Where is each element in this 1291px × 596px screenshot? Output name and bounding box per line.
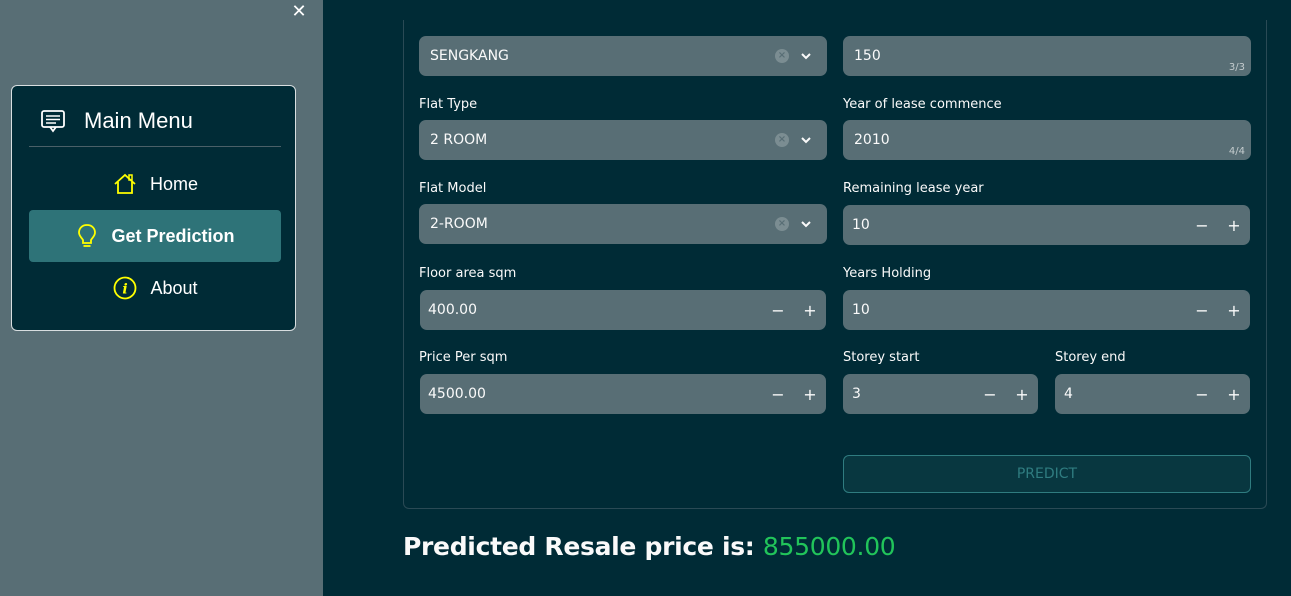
char-counter: 3/3: [1228, 62, 1245, 73]
storey-end-stepper[interactable]: 4 − +: [1055, 374, 1250, 414]
storey-start-stepper[interactable]: 3 − +: [843, 374, 1038, 414]
increment-button[interactable]: +: [1218, 301, 1250, 320]
clear-icon[interactable]: ×: [775, 133, 789, 147]
price-per-sqm-value: 4500.00: [428, 386, 486, 402]
menu-item-get-prediction[interactable]: Get Prediction: [29, 210, 281, 262]
lease-commence-label: Year of lease commence: [843, 97, 1002, 112]
menu-item-label: Home: [149, 173, 198, 194]
block-input[interactable]: 150 3/3: [843, 36, 1251, 76]
main-menu: Main Menu Home Get Prediction i About: [11, 85, 296, 331]
close-sidebar-button[interactable]: ✕: [289, 2, 309, 22]
decrement-button[interactable]: −: [762, 385, 794, 404]
remaining-lease-label: Remaining lease year: [843, 181, 984, 196]
town-select[interactable]: SENGKANG ×: [419, 36, 827, 76]
increment-button[interactable]: +: [794, 385, 826, 404]
chevron-down-icon[interactable]: [799, 219, 813, 229]
clear-icon[interactable]: ×: [775, 49, 789, 63]
town-value: SENGKANG: [430, 48, 509, 64]
storey-end-value: 4: [1064, 386, 1073, 402]
clear-icon[interactable]: ×: [775, 217, 789, 231]
years-holding-value: 10: [852, 302, 870, 318]
flat-type-select[interactable]: 2 ROOM ×: [419, 120, 827, 160]
increment-button[interactable]: +: [1218, 216, 1250, 235]
char-counter: 4/4: [1228, 146, 1245, 157]
price-per-sqm-stepper[interactable]: 4500.00 − +: [420, 374, 826, 414]
storey-start-value: 3: [852, 386, 861, 402]
menu-item-label: Get Prediction: [111, 225, 235, 246]
years-holding-label: Years Holding: [843, 266, 932, 281]
floor-area-stepper[interactable]: 400.00 − +: [420, 290, 826, 330]
result-prefix: Predicted Resale price is:: [403, 532, 763, 561]
remaining-lease-value: 10: [852, 217, 870, 233]
sidebar: ✕ Main Menu Home Get Prediction i About: [0, 0, 323, 596]
years-holding-stepper[interactable]: 10 − +: [843, 290, 1250, 330]
predict-button[interactable]: PREDICT: [843, 455, 1251, 493]
lightbulb-icon: [78, 224, 97, 247]
home-icon: [114, 173, 136, 194]
decrement-button[interactable]: −: [762, 301, 794, 320]
menu-card-icon: [41, 110, 65, 133]
increment-button[interactable]: +: [794, 301, 826, 320]
prediction-form: [403, 20, 1267, 509]
remaining-lease-stepper[interactable]: 10 − +: [843, 205, 1250, 245]
decrement-button[interactable]: −: [1186, 385, 1218, 404]
block-value: 150: [854, 48, 881, 64]
decrement-button[interactable]: −: [974, 385, 1006, 404]
menu-divider: [29, 146, 281, 147]
increment-button[interactable]: +: [1218, 385, 1250, 404]
menu-item-about[interactable]: i About: [29, 262, 281, 314]
predicted-price-result: Predicted Resale price is: 855000.00: [403, 532, 896, 561]
flat-model-label: Flat Model: [419, 181, 487, 196]
price-per-sqm-label: Price Per sqm: [419, 350, 508, 365]
flat-model-value: 2-ROOM: [430, 216, 488, 232]
increment-button[interactable]: +: [1006, 385, 1038, 404]
info-icon: i: [114, 276, 137, 300]
lease-commence-value: 2010: [854, 132, 890, 148]
menu-title: Main Menu: [84, 108, 193, 133]
predicted-price-value: 855000.00: [762, 532, 896, 561]
storey-start-label: Storey start: [843, 350, 920, 365]
decrement-button[interactable]: −: [1186, 216, 1218, 235]
chevron-down-icon[interactable]: [799, 135, 813, 145]
floor-area-value: 400.00: [428, 302, 477, 318]
menu-item-home[interactable]: Home: [29, 158, 281, 210]
chevron-down-icon[interactable]: [799, 51, 813, 61]
menu-header: Main Menu: [40, 106, 193, 136]
decrement-button[interactable]: −: [1186, 301, 1218, 320]
floor-area-label: Floor area sqm: [419, 266, 517, 281]
flat-model-select[interactable]: 2-ROOM ×: [419, 204, 827, 244]
svg-text:i: i: [123, 282, 128, 298]
flat-type-label: Flat Type: [419, 97, 478, 112]
menu-item-label: About: [150, 277, 198, 298]
storey-end-label: Storey end: [1055, 350, 1126, 365]
lease-commence-input[interactable]: 2010 4/4: [843, 120, 1251, 160]
flat-type-value: 2 ROOM: [430, 132, 488, 148]
